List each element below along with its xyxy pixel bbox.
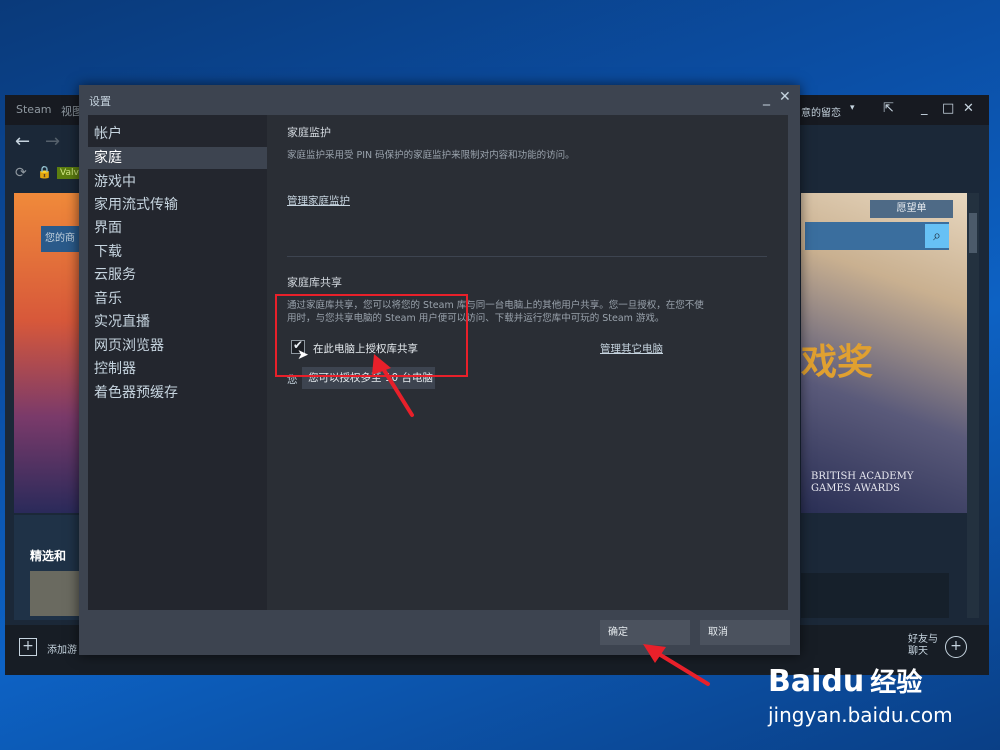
annotation-arrows bbox=[372, 354, 710, 686]
annotation-arrow-2 bbox=[643, 644, 710, 686]
annotation-arrow-1 bbox=[372, 354, 414, 417]
baidu-watermark: Baidu 经验 bbox=[768, 662, 922, 699]
watermark-url: jingyan.baidu.com bbox=[768, 703, 953, 727]
watermark-brand-3: 经验 bbox=[870, 668, 923, 698]
watermark-brand-2: du bbox=[821, 664, 865, 699]
watermark-brand: Bai bbox=[768, 664, 822, 699]
